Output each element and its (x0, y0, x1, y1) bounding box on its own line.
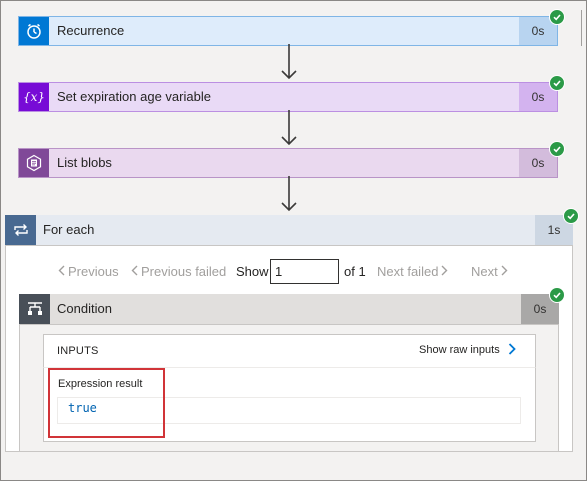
success-check-icon (549, 141, 565, 157)
page-count-label: of 1 (344, 264, 366, 279)
previous-failed-label: Previous failed (141, 264, 227, 279)
flow-arrow-icon (281, 110, 297, 146)
step-title: List blobs (57, 155, 112, 170)
variable-icon-text: {x} (22, 90, 46, 104)
condition-header[interactable]: Condition 0s (19, 294, 559, 325)
inputs-title: INPUTS (57, 345, 99, 357)
step-title: Condition (57, 301, 112, 316)
success-check-icon (549, 75, 565, 91)
next-failed-label: Next failed (377, 264, 439, 279)
show-raw-inputs-label: Show raw inputs (419, 344, 500, 356)
foreach-header[interactable]: For each 1s (5, 215, 573, 246)
flow-arrow-icon (281, 44, 297, 80)
set-variable-step[interactable]: {x} Set expiration age variable 0s (18, 82, 558, 112)
success-check-icon (549, 287, 565, 303)
chevron-right-icon (441, 265, 448, 276)
recurrence-step[interactable]: Recurrence 0s (18, 16, 558, 46)
chevron-left-icon (58, 265, 65, 276)
next-failed-button[interactable]: Next failed (377, 264, 448, 280)
show-label: Show (236, 264, 269, 279)
previous-label: Previous (68, 264, 119, 279)
step-title: For each (43, 222, 95, 237)
step-title: Recurrence (57, 23, 125, 38)
chevron-left-icon (131, 265, 138, 276)
next-label: Next (471, 264, 498, 279)
clock-icon (19, 17, 49, 45)
flow-arrow-icon (281, 176, 297, 212)
show-raw-inputs-button[interactable]: Show raw inputs (419, 343, 516, 356)
success-check-icon (563, 208, 579, 224)
previous-failed-button[interactable]: Previous failed (131, 264, 226, 280)
previous-button[interactable]: Previous (58, 264, 119, 280)
condition-icon (19, 294, 50, 324)
step-title: Set expiration age variable (57, 89, 211, 104)
success-check-icon (549, 9, 565, 25)
page-number-input[interactable] (270, 259, 339, 284)
chevron-right-icon (508, 343, 516, 355)
highlight-box (48, 368, 165, 438)
variable-icon: {x} (19, 83, 49, 111)
list-blobs-step[interactable]: List blobs 0s (18, 148, 558, 178)
scrollbar[interactable] (581, 10, 582, 46)
chevron-right-icon (501, 265, 508, 276)
next-button[interactable]: Next (471, 264, 508, 280)
loop-icon (5, 215, 36, 245)
blob-storage-icon (19, 149, 49, 177)
